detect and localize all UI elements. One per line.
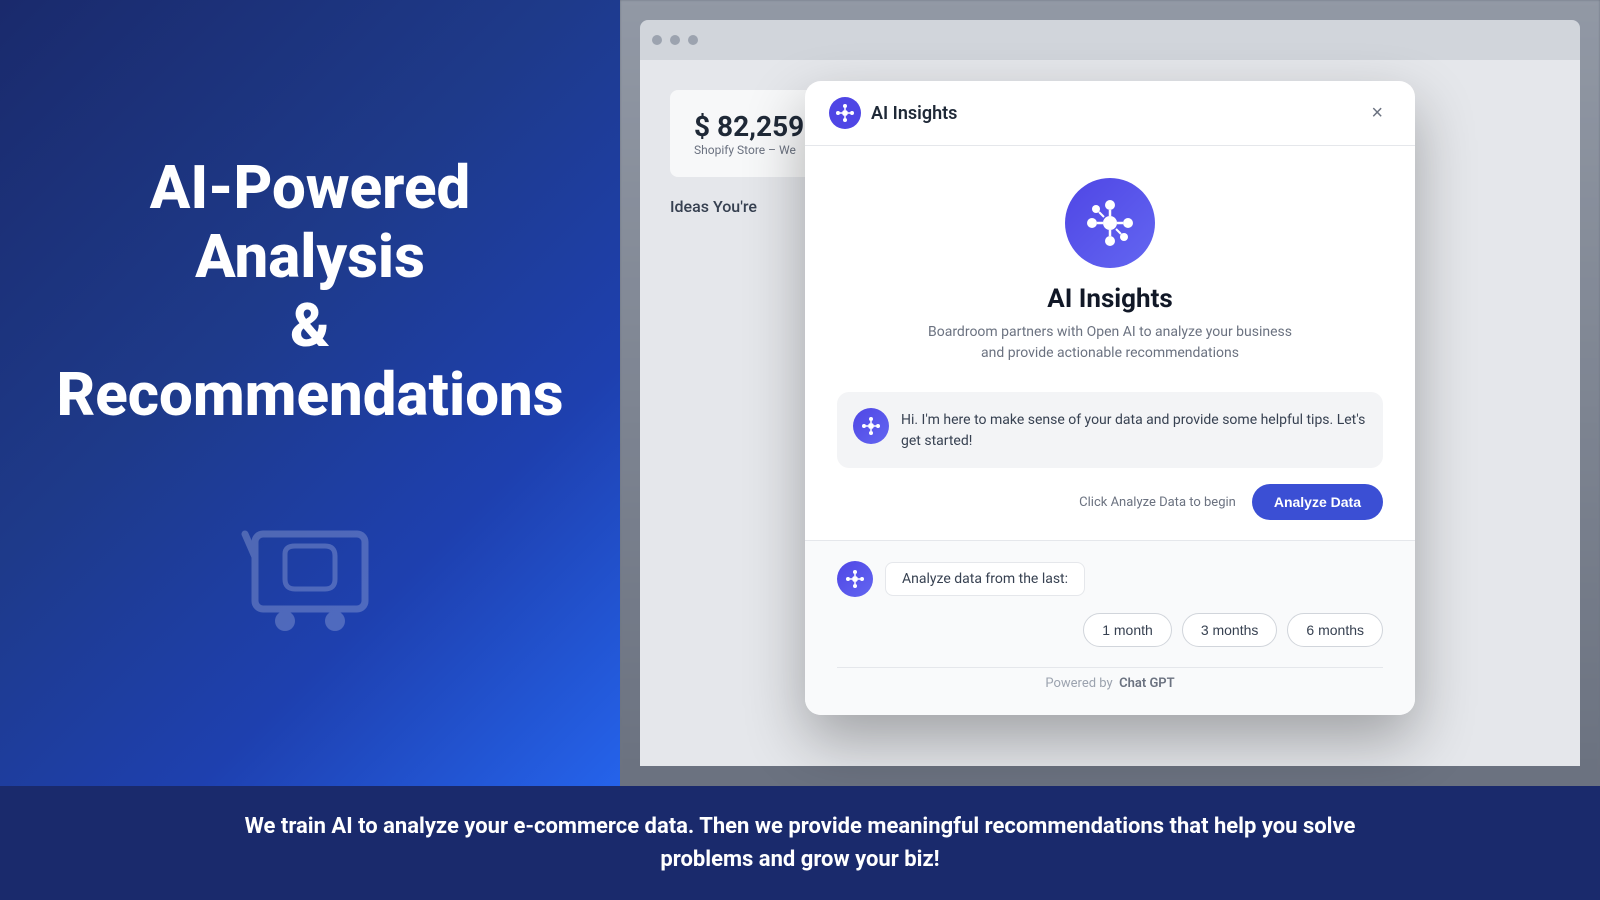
cart-icon [235,499,385,653]
ai-logo-big [1065,178,1155,268]
time-button-1month[interactable]: 1 month [1083,613,1172,647]
analyze-row: Click Analyze Data to begin Analyze Data [837,484,1383,520]
chat-message: Hi. I'm here to make sense of your data … [837,392,1383,468]
analyze-hint: Click Analyze Data to begin [1079,495,1236,510]
modal-header-title: AI Insights [871,103,957,124]
right-panel: $ 82,259 Shopify Store – We Ideas You're [620,0,1600,786]
modal-body: AI Insights Boardroom partners with Open… [805,146,1415,541]
ai-insights-modal: AI Insights × [805,81,1415,715]
time-button-3months[interactable]: 3 months [1182,613,1278,647]
modal-logo-small [829,97,861,129]
main-content-area: AI-Powered Analysis & Recommendations [0,0,1600,786]
bottom-banner-text: We train AI to analyze your e-commerce d… [200,810,1400,876]
modal-bottom: Analyze data from the last: 1 month 3 mo… [805,541,1415,715]
modal-close-button[interactable]: × [1363,98,1391,129]
hero-title: AI-Powered Analysis & Recommendations [56,153,563,429]
bottom-chat-avatar [837,561,873,597]
modal-center-section: AI Insights Boardroom partners with Open… [837,178,1383,364]
modal-header: AI Insights × [805,81,1415,146]
analyze-data-prompt: Analyze data from the last: [885,562,1085,596]
chat-message-text: Hi. I'm here to make sense of your data … [901,408,1367,452]
analyze-data-button[interactable]: Analyze Data [1252,484,1383,520]
modal-ai-title: AI Insights [1047,284,1173,314]
bottom-banner: We train AI to analyze your e-commerce d… [0,786,1600,900]
chat-avatar [853,408,889,444]
left-panel: AI-Powered Analysis & Recommendations [0,0,620,786]
modal-header-left: AI Insights [829,97,957,129]
modal-ai-subtitle: Boardroom partners with Open AI to analy… [920,322,1300,364]
powered-by-text: Powered by [1045,676,1112,691]
modal-overlay: AI Insights × [620,0,1600,786]
powered-by-brand: Chat GPT [1119,676,1175,691]
time-buttons-group: 1 month 3 months 6 months [837,613,1383,647]
powered-by: Powered by Chat GPT [837,667,1383,691]
time-button-6months[interactable]: 6 months [1287,613,1383,647]
analyze-data-row: Analyze data from the last: [837,561,1383,597]
